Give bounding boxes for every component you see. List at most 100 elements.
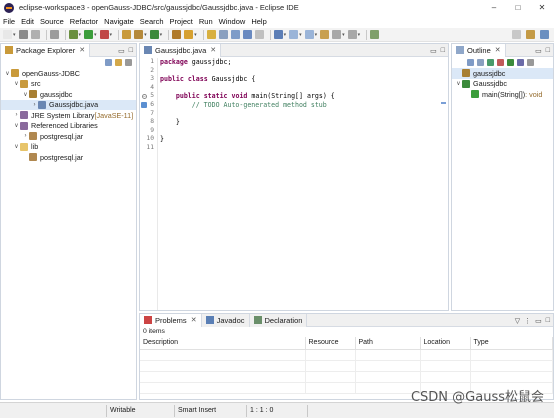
code-line[interactable]: }: [160, 135, 448, 144]
close-icon[interactable]: ✕: [210, 46, 216, 54]
minimize-panel-button[interactable]: ▭: [535, 317, 542, 325]
hide-nonpublic-icon[interactable]: [507, 59, 514, 66]
open-type-icon[interactable]: [172, 30, 182, 39]
run-icon[interactable]: [84, 30, 94, 39]
new-package-icon[interactable]: [134, 30, 144, 39]
tab-package-explorer[interactable]: Package Explorer ✕: [1, 43, 91, 57]
close-icon[interactable]: ✕: [495, 46, 501, 54]
search-field-icon[interactable]: [512, 30, 521, 39]
column-path[interactable]: Path: [355, 337, 421, 350]
open-task-icon[interactable]: [184, 30, 194, 39]
coverage-icon[interactable]: [99, 30, 109, 39]
code-line[interactable]: [160, 144, 448, 153]
save-icon[interactable]: [18, 30, 28, 39]
menu-run[interactable]: Run: [199, 17, 213, 26]
close-icon[interactable]: ✕: [79, 46, 85, 54]
prev-annotation-icon[interactable]: [304, 30, 314, 39]
tree-item[interactable]: ∨ Gaussjdbc: [452, 79, 553, 90]
chevron-down-icon[interactable]: ▾: [110, 32, 113, 38]
code-content[interactable]: package gaussjdbc; public class Gaussjdbc…: [160, 58, 448, 310]
view-menu-icon[interactable]: [125, 59, 132, 66]
expand-icon[interactable]: ∨: [13, 122, 20, 129]
last-edit-icon[interactable]: [320, 30, 330, 39]
column-description[interactable]: Description: [140, 337, 306, 350]
collapse-all-icon[interactable]: [105, 59, 112, 66]
tree-item[interactable]: ∨ lib: [1, 142, 136, 153]
maximize-editor-button[interactable]: □: [441, 47, 445, 54]
menu-navigate[interactable]: Navigate: [104, 17, 134, 26]
print-icon[interactable]: [49, 30, 59, 39]
collapse-all-icon[interactable]: [467, 59, 474, 66]
code-line[interactable]: [160, 127, 448, 136]
search-icon[interactable]: [273, 30, 283, 39]
code-line[interactable]: }: [160, 118, 448, 127]
minimize-button[interactable]: –: [482, 0, 506, 15]
chevron-down-icon[interactable]: ▾: [358, 32, 361, 38]
hide-fields-icon[interactable]: [487, 59, 494, 66]
code-line[interactable]: [160, 110, 448, 119]
code-line[interactable]: // TODO Auto-generated method stub: [160, 101, 448, 110]
code-line[interactable]: [160, 84, 448, 93]
tree-item[interactable]: ∨ src: [1, 79, 136, 90]
menu-file[interactable]: File: [3, 17, 15, 26]
hide-local-types-icon[interactable]: [517, 59, 524, 66]
chevron-down-icon[interactable]: ▾: [342, 32, 345, 38]
minimize-view-button[interactable]: ▭: [118, 47, 125, 55]
expand-icon[interactable]: ∨: [13, 80, 20, 87]
view-menu-icon[interactable]: ⋮: [524, 317, 531, 325]
chevron-down-icon[interactable]: ▾: [299, 32, 302, 38]
tree-item[interactable]: postgresql.jar: [1, 152, 136, 163]
maximize-view-button[interactable]: □: [129, 47, 133, 54]
menu-edit[interactable]: Edit: [21, 17, 34, 26]
tree-item[interactable]: › JRE System Library [JavaSE-11]: [1, 110, 136, 121]
toggle-mark-occurrences-icon[interactable]: [206, 30, 216, 39]
menu-source[interactable]: Source: [40, 17, 64, 26]
new-icon[interactable]: [3, 30, 12, 39]
tree-item[interactable]: ∨ openGauss-JDBC: [1, 68, 136, 79]
tree-item[interactable]: main(String[]) : void: [452, 89, 553, 100]
show-whitespace-icon[interactable]: [254, 30, 264, 39]
tab-declaration[interactable]: Declaration: [249, 313, 308, 327]
debug-icon[interactable]: [68, 30, 78, 39]
chevron-down-icon[interactable]: ▾: [94, 32, 97, 38]
menu-window[interactable]: Window: [219, 17, 246, 26]
filter-icon[interactable]: ▽: [515, 317, 520, 325]
chevron-down-icon[interactable]: ▾: [284, 32, 287, 38]
column-type[interactable]: Type: [470, 337, 553, 350]
menu-search[interactable]: Search: [140, 17, 164, 26]
expand-icon[interactable]: ›: [31, 102, 38, 108]
tree-item[interactable]: › Gaussjdbc.java: [1, 99, 136, 110]
sort-icon[interactable]: [477, 59, 484, 66]
tab-javadoc[interactable]: Javadoc: [201, 313, 250, 327]
save-all-icon[interactable]: [30, 30, 40, 39]
pin-icon[interactable]: [218, 30, 228, 39]
expand-icon[interactable]: ›: [22, 133, 29, 139]
fold-icon[interactable]: −: [142, 94, 147, 100]
expand-icon[interactable]: ∨: [455, 80, 462, 87]
close-icon[interactable]: ✕: [191, 316, 197, 324]
forward-icon[interactable]: [347, 30, 357, 39]
chevron-down-icon[interactable]: ▾: [194, 32, 197, 38]
tree-item[interactable]: ∨ Referenced Libraries: [1, 121, 136, 132]
tab-problems[interactable]: Problems ✕: [140, 313, 202, 327]
code-line[interactable]: public class Gaussjdbc {: [160, 75, 448, 84]
expand-icon[interactable]: ∨: [4, 70, 11, 77]
column-location[interactable]: Location: [420, 337, 471, 350]
menu-refactor[interactable]: Refactor: [70, 17, 98, 26]
code-line[interactable]: public static void main(String[] args) {: [160, 92, 448, 101]
tree-item[interactable]: gaussjdbc: [452, 68, 553, 79]
chevron-down-icon[interactable]: ▾: [79, 32, 82, 38]
code-line[interactable]: package gaussjdbc;: [160, 58, 448, 67]
minimize-outline-button[interactable]: ▭: [535, 47, 542, 55]
maximize-button[interactable]: □: [506, 0, 530, 15]
next-annotation-icon[interactable]: [289, 30, 299, 39]
tree-item[interactable]: ∨ gaussjdbc: [1, 89, 136, 100]
word-wrap-icon[interactable]: [242, 30, 252, 39]
expand-icon[interactable]: ∨: [13, 143, 20, 150]
code-editor[interactable]: 1 2 3 4 5−6 7 8 9 10 11 package gaussjdbc; public …: [140, 58, 448, 310]
chevron-down-icon[interactable]: ▾: [160, 32, 163, 38]
block-selection-icon[interactable]: [230, 30, 240, 39]
close-button[interactable]: ✕: [530, 0, 554, 15]
tree-item[interactable]: › postgresql.jar: [1, 131, 136, 142]
task-marker-icon[interactable]: [141, 101, 147, 108]
